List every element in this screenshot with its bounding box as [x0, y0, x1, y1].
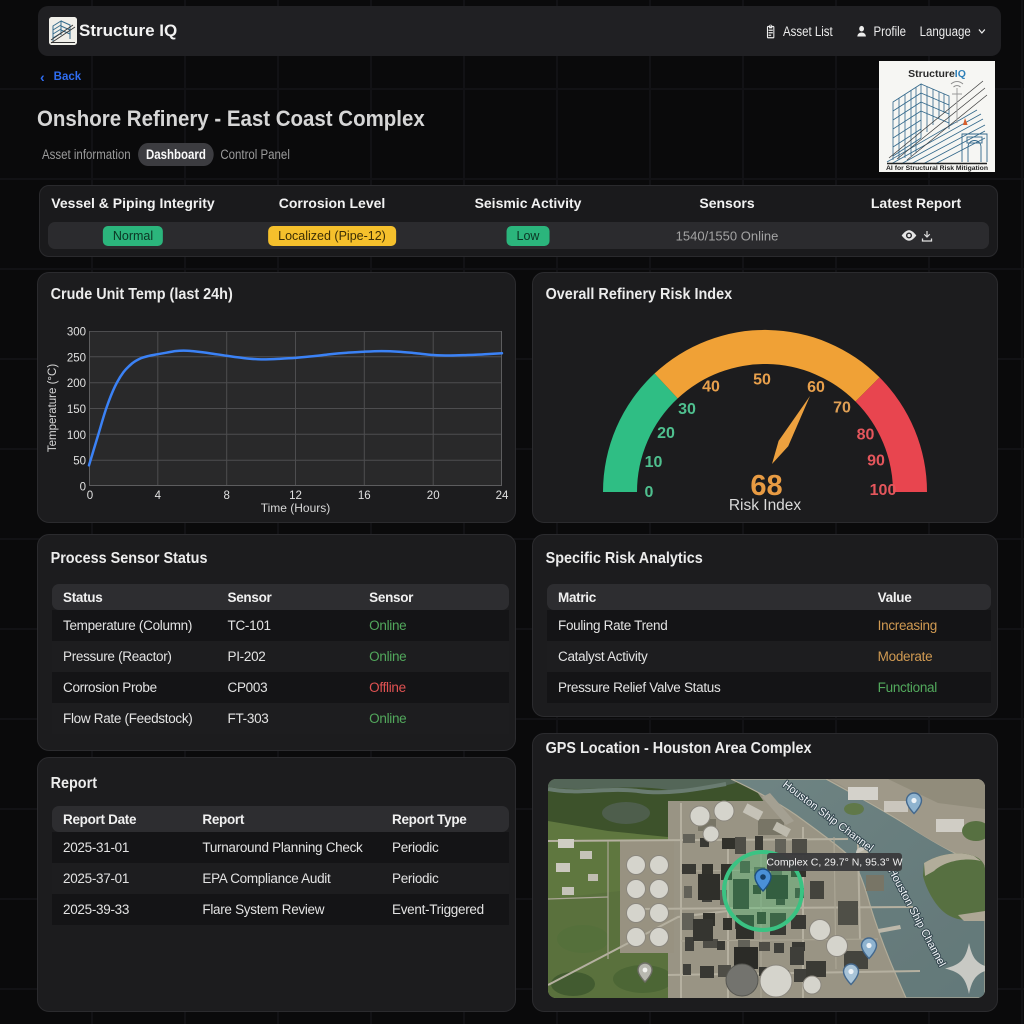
svg-text:300: 300 [67, 327, 86, 339]
svg-text:AI for Structural Risk Mitigat: AI for Structural Risk Mitigation [886, 165, 988, 172]
svg-text:80: 80 [857, 427, 875, 444]
svg-text:16: 16 [358, 490, 371, 502]
svg-text:0: 0 [645, 484, 654, 501]
svg-text:24: 24 [496, 490, 509, 502]
svg-text:StructureIQ: StructureIQ [908, 68, 966, 80]
svg-text:0: 0 [80, 482, 86, 494]
svg-text:Temperature (°C): Temperature (°C) [47, 364, 59, 452]
svg-text:30: 30 [678, 401, 696, 418]
svg-text:4: 4 [155, 490, 162, 502]
svg-text:50: 50 [753, 372, 771, 389]
svg-text:40: 40 [702, 379, 720, 396]
svg-text:50: 50 [73, 456, 86, 468]
svg-text:20: 20 [657, 425, 675, 442]
svg-text:200: 200 [67, 378, 86, 390]
svg-text:100: 100 [67, 430, 86, 442]
svg-text:60: 60 [807, 379, 825, 396]
svg-text:Complex C, 29.7° N, 95.3° W: Complex C, 29.7° N, 95.3° W [766, 857, 902, 869]
svg-text:8: 8 [223, 490, 229, 502]
svg-text:100: 100 [870, 482, 897, 499]
svg-text:Risk Index: Risk Index [729, 497, 802, 514]
svg-text:0: 0 [87, 490, 93, 502]
svg-text:20: 20 [427, 490, 440, 502]
svg-text:250: 250 [67, 352, 86, 364]
svg-text:90: 90 [867, 453, 885, 470]
svg-text:150: 150 [67, 404, 86, 416]
svg-text:Time (Hours): Time (Hours) [261, 501, 331, 515]
svg-text:70: 70 [833, 400, 851, 417]
svg-text:10: 10 [645, 454, 663, 471]
